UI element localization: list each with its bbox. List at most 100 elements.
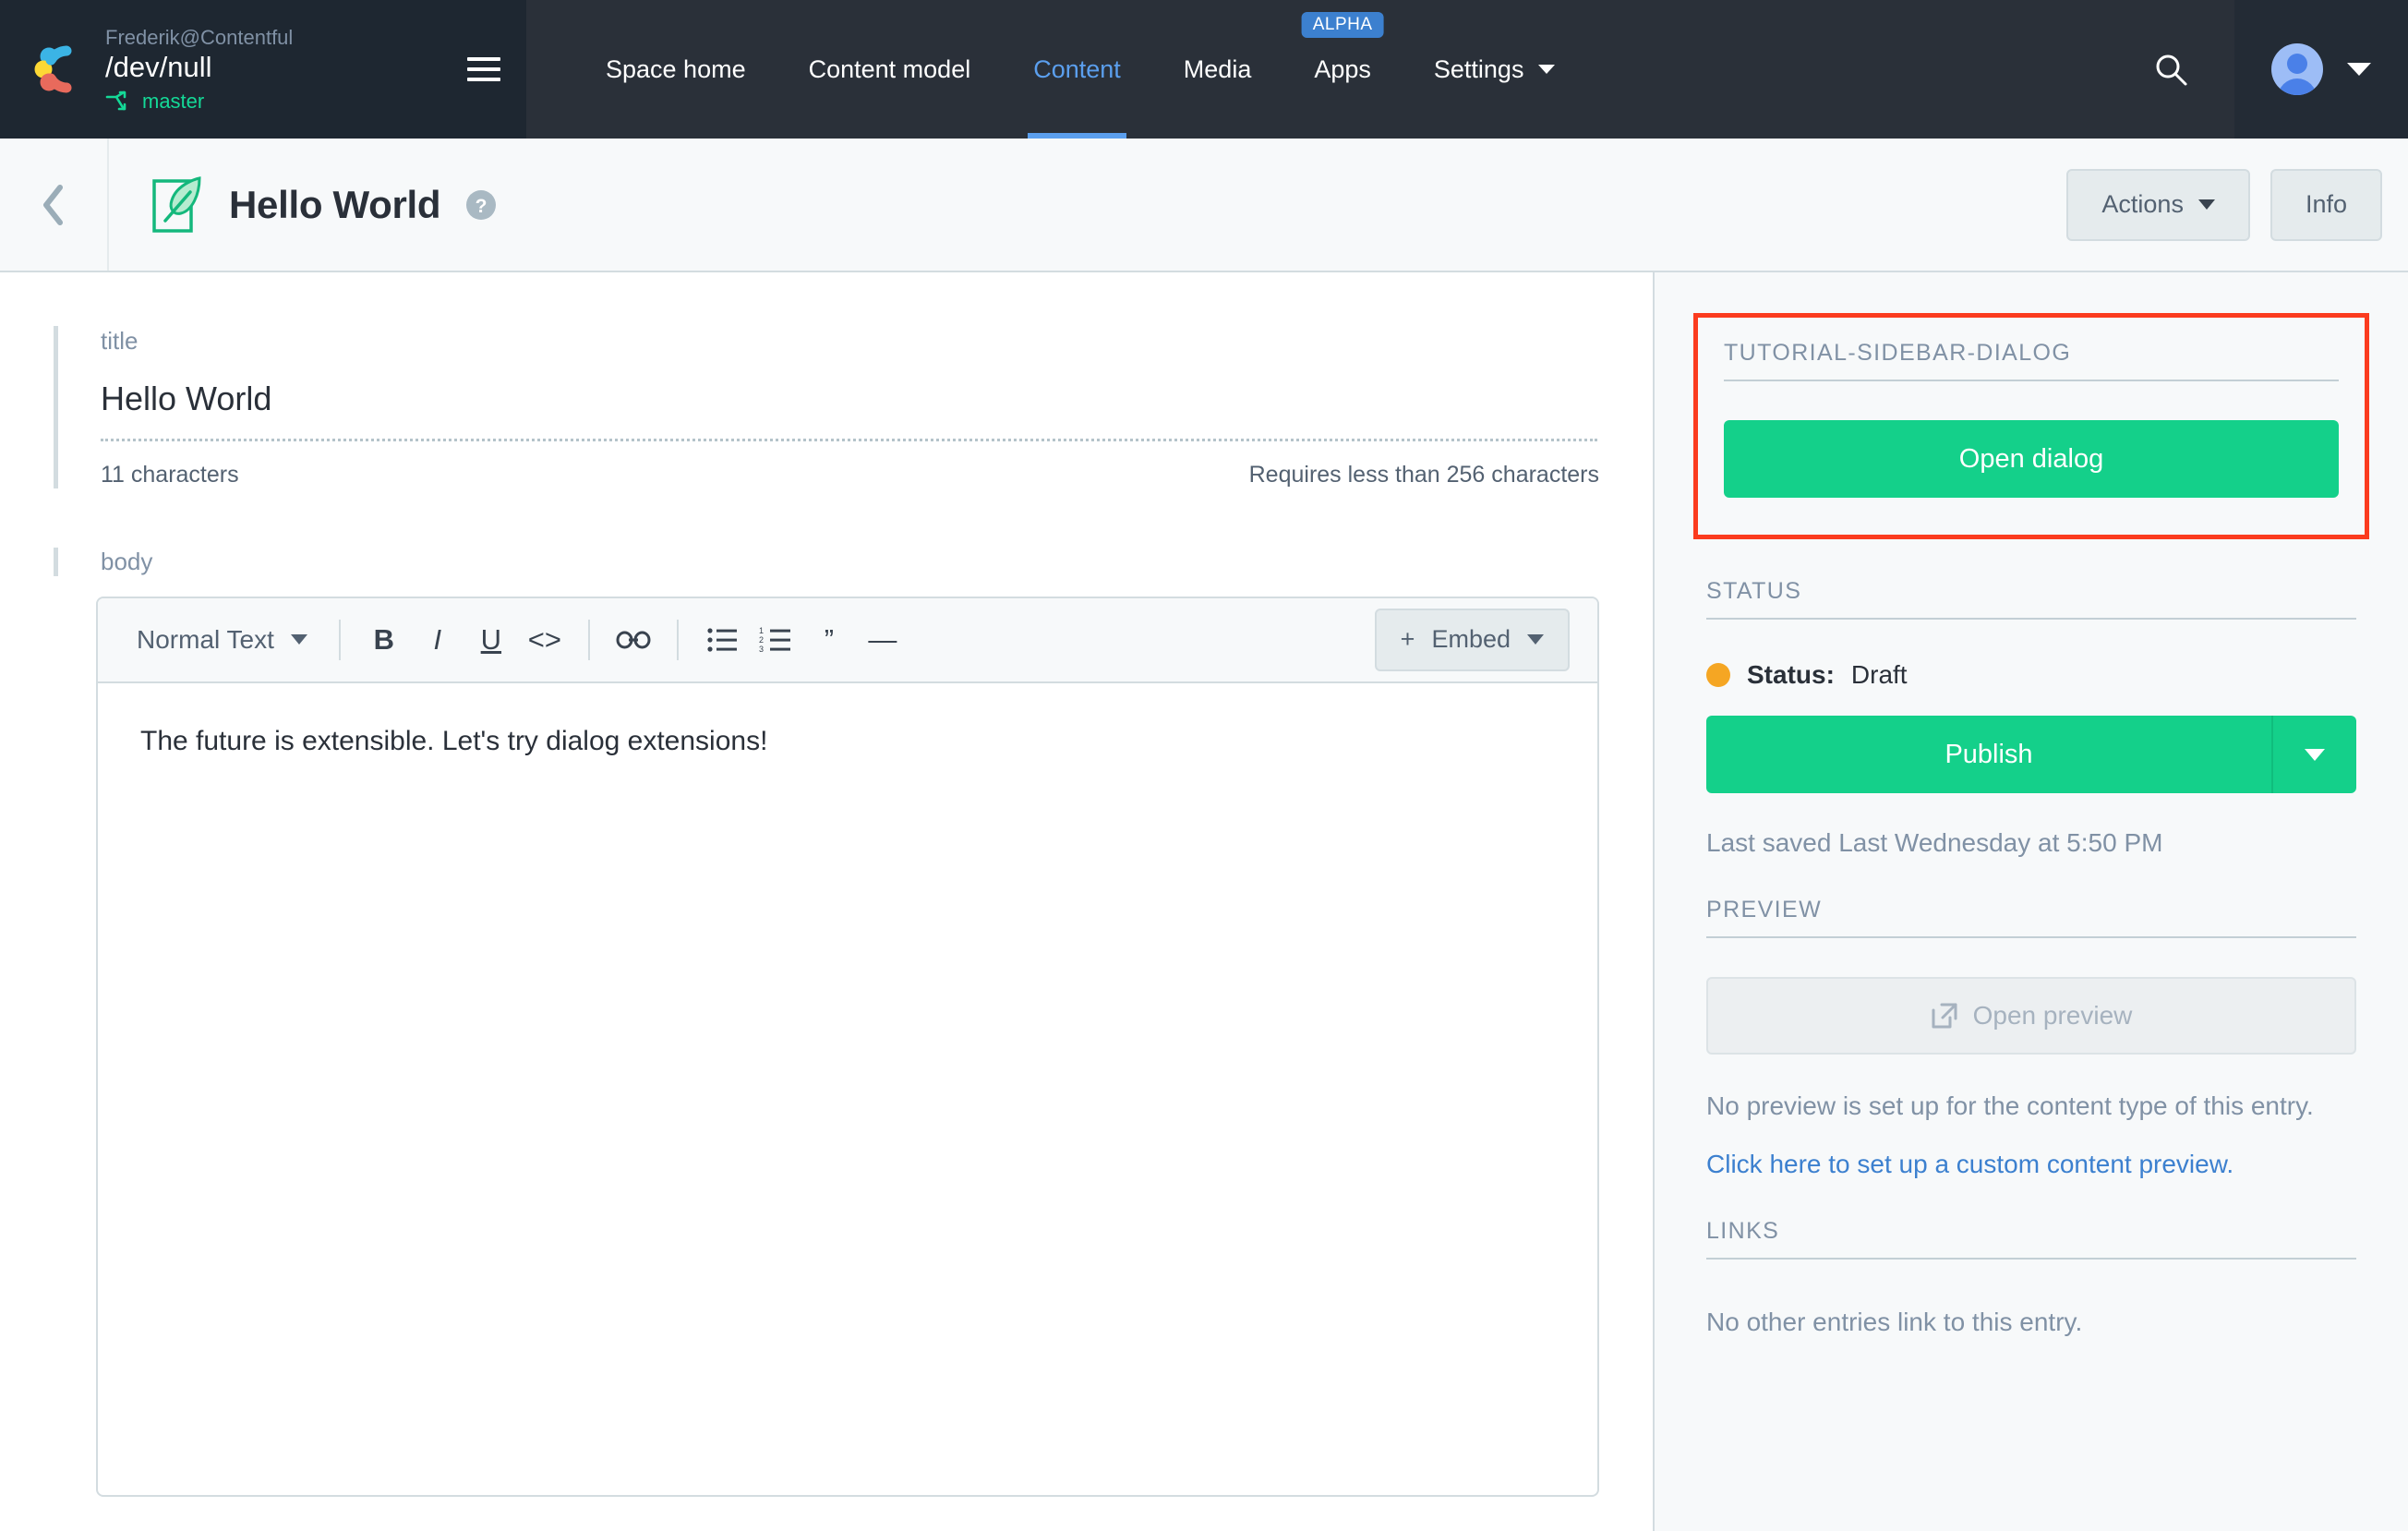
code-icon: <> <box>527 623 561 657</box>
nav-label: Media <box>1183 54 1252 83</box>
embed-button-label: Embed <box>1431 625 1511 654</box>
svg-text:2: 2 <box>759 635 764 645</box>
bold-icon: B <box>373 623 395 657</box>
toolbar-divider <box>676 619 679 660</box>
links-empty-text: No other entries link to this entry. <box>1706 1308 2083 1337</box>
entry-header-bar: Hello World ? Actions Info <box>0 139 2408 272</box>
toolbar-divider <box>587 619 590 660</box>
setup-preview-link[interactable]: Click here to set up a custom content pr… <box>1706 1150 2356 1179</box>
open-dialog-button[interactable]: Open dialog <box>1724 420 2339 498</box>
link-icon <box>616 631 651 649</box>
numbered-list-icon: 1 2 3 <box>759 626 790 654</box>
external-link-icon <box>1932 1003 1957 1029</box>
text-style-label: Normal Text <box>137 624 274 654</box>
link-button[interactable] <box>607 613 660 667</box>
space-name: /dev/null <box>105 51 212 84</box>
links-heading: LINKS <box>1706 1218 2356 1260</box>
nav-item-space-home[interactable]: Space home <box>574 0 777 139</box>
avatar <box>2271 43 2323 95</box>
nav-item-content[interactable]: Content <box>1002 0 1152 139</box>
status-widget: STATUS Status: Draft Publish Last saved … <box>1706 578 2356 858</box>
user-menu-button[interactable] <box>2234 0 2408 139</box>
italic-icon: I <box>433 623 442 657</box>
publish-button[interactable]: Publish <box>1706 716 2271 793</box>
contentful-logo-icon <box>28 41 85 98</box>
info-button[interactable]: Info <box>2270 168 2382 241</box>
bulleted-list-icon <box>707 628 737 652</box>
text-style-dropdown[interactable]: Normal Text <box>122 625 322 655</box>
space-selector[interactable]: Frederik@Contentful /dev/null master <box>0 0 526 139</box>
page-title: Hello World <box>229 182 441 226</box>
actions-button-label: Actions <box>2101 190 2184 218</box>
nav-label: Content model <box>808 54 971 83</box>
underline-button[interactable]: U <box>464 613 518 667</box>
italic-button[interactable]: I <box>411 613 464 667</box>
help-circle-icon[interactable]: ? <box>464 188 498 222</box>
hamburger-icon[interactable] <box>467 57 500 81</box>
bold-button[interactable]: B <box>357 613 411 667</box>
bulleted-list-button[interactable] <box>695 613 749 667</box>
preview-heading: PREVIEW <box>1706 897 2356 938</box>
last-saved-text: Last saved Last Wednesday at 5:50 PM <box>1706 828 2163 857</box>
nav-right-group <box>2107 0 2408 139</box>
nav-item-settings[interactable]: Settings <box>1403 0 1587 139</box>
title-char-count: 11 characters <box>101 461 239 488</box>
chevron-down-icon <box>290 634 307 645</box>
status-label: Status: <box>1747 660 1835 689</box>
underline-icon: U <box>480 623 502 657</box>
horizontal-rule-button[interactable]: — <box>856 613 909 667</box>
entry-header-actions: Actions Info <box>2066 168 2382 241</box>
branch-indicator[interactable]: master <box>105 90 454 114</box>
toolbar-divider <box>338 619 341 660</box>
branch-name: master <box>142 90 205 114</box>
svg-text:1: 1 <box>759 626 764 635</box>
open-preview-button: Open preview <box>1706 977 2356 1055</box>
field-title: title Hello World 11 characters Requires… <box>54 326 1599 488</box>
svg-text:?: ? <box>476 196 488 217</box>
tutorial-sidebar-dialog-widget: TUTORIAL-SIDEBAR-DIALOG Open dialog <box>1693 313 2369 539</box>
code-button[interactable]: <> <box>518 613 572 667</box>
actions-button[interactable]: Actions <box>2066 168 2250 241</box>
rich-text-editor: Normal Text B I U <> 1 2 3 ” — + Embed T… <box>96 596 1599 1497</box>
rich-text-toolbar: Normal Text B I U <> 1 2 3 ” — + Embed <box>98 597 1597 683</box>
alpha-badge: ALPHA <box>1301 12 1384 38</box>
publish-split-button: Publish <box>1706 716 2356 793</box>
open-preview-label: Open preview <box>1972 1001 2133 1030</box>
chevron-down-icon <box>1527 634 1544 645</box>
back-button[interactable] <box>0 139 109 271</box>
main-nav-items: Space home Content model Content Media A… <box>526 0 2107 139</box>
entry-editor-layout: title Hello World 11 characters Requires… <box>0 272 2408 1531</box>
title-constraint: Requires less than 256 characters <box>1248 461 1599 488</box>
nav-label: Content <box>1033 54 1121 83</box>
nav-label: Settings <box>1433 54 1524 83</box>
preview-widget: PREVIEW Open preview No preview is set u… <box>1706 897 2356 1179</box>
nav-label: Apps <box>1314 54 1371 83</box>
entry-identity: Hello World ? <box>109 175 2066 235</box>
title-input[interactable]: Hello World <box>101 357 1599 439</box>
status-dot-icon <box>1706 663 1730 687</box>
blockquote-button[interactable]: ” <box>802 613 856 667</box>
publish-options-button[interactable] <box>2271 716 2356 793</box>
nav-item-media[interactable]: Media <box>1152 0 1283 139</box>
chevron-down-icon <box>2197 199 2215 210</box>
chevron-down-icon <box>1538 65 1556 74</box>
blockquote-icon: ” <box>824 623 835 657</box>
chevron-down-icon <box>2305 748 2325 761</box>
field-title-footer: 11 characters Requires less than 256 cha… <box>101 441 1599 488</box>
field-body-label: body <box>54 547 1599 576</box>
chevron-down-icon <box>2347 63 2371 76</box>
nav-item-apps[interactable]: ALPHA Apps <box>1282 0 1403 139</box>
embed-button[interactable]: + Embed <box>1374 608 1570 671</box>
rich-text-content[interactable]: The future is extensible. Let's try dial… <box>98 683 1597 1495</box>
preview-note: No preview is set up for the content typ… <box>1706 1091 2314 1120</box>
field-title-label: title <box>101 327 138 355</box>
entry-sidebar: TUTORIAL-SIDEBAR-DIALOG Open dialog STAT… <box>1653 272 2408 1531</box>
entry-quill-icon <box>152 175 201 233</box>
info-button-label: Info <box>2305 190 2347 218</box>
organization-name: Frederik@Contentful <box>105 25 294 49</box>
status-badge: Draft <box>1850 660 1908 689</box>
nav-item-content-model[interactable]: Content model <box>777 0 1003 139</box>
search-button[interactable] <box>2107 0 2234 139</box>
numbered-list-button[interactable]: 1 2 3 <box>749 613 802 667</box>
chevron-left-icon <box>43 184 63 225</box>
